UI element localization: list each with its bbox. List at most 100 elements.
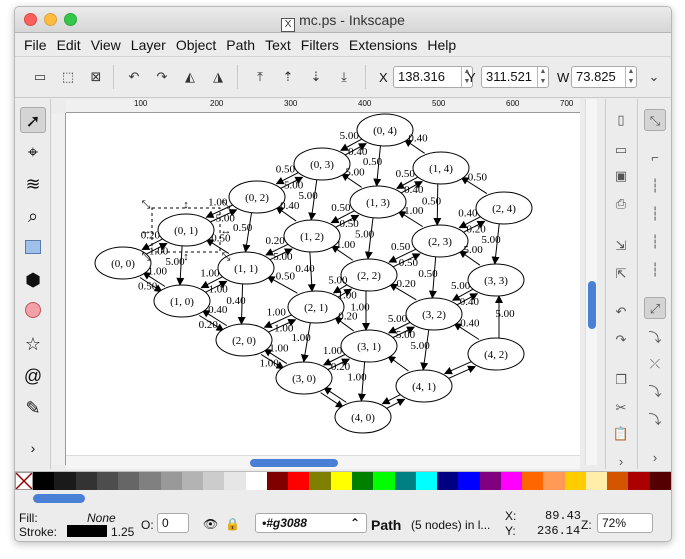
graph-node[interactable]: (1, 2) (283, 219, 341, 253)
graph-node[interactable]: (1, 0) (153, 284, 211, 318)
graph-node[interactable]: (0, 1) (157, 213, 215, 247)
palette-swatch[interactable] (394, 472, 416, 490)
eye-icon[interactable]: 👁 (203, 517, 218, 531)
scale-handle-icon[interactable]: ⤡ (142, 251, 151, 263)
rotate-cw-icon[interactable]: ↷ (151, 66, 173, 88)
ellipse-tool-icon[interactable] (20, 299, 46, 325)
y-stepper[interactable]: ▲ ▼ (537, 67, 548, 87)
w-stepper[interactable]: ▲ ▼ (625, 67, 636, 87)
palette-swatch[interactable] (628, 472, 650, 490)
snap-toggle-icon[interactable]: ⤡ (644, 109, 666, 131)
palette-swatch[interactable] (330, 472, 352, 490)
tweak-tool-icon[interactable]: ≋ (20, 171, 46, 197)
scale-handle-icon[interactable]: ↕ (183, 199, 189, 211)
palette-swatch[interactable] (224, 472, 246, 490)
graph-node[interactable]: (1, 4) (412, 151, 470, 185)
toolbar-overflow-chevron-icon[interactable]: ⌄ (643, 66, 665, 88)
snap-intersections-icon[interactable]: ⤫ (644, 353, 666, 375)
graph-edge[interactable] (387, 355, 409, 372)
snap-bbox-corner-icon[interactable]: ┆ (644, 203, 666, 225)
new-document-icon[interactable]: ▯ (610, 109, 632, 131)
cut-icon[interactable]: ✂ (610, 397, 632, 419)
graph-node[interactable]: (3, 0) (275, 361, 333, 395)
palette-swatch[interactable] (543, 472, 565, 490)
graph-node[interactable]: (2, 4) (475, 191, 533, 225)
selector-tool-icon[interactable]: ➚ (20, 107, 46, 133)
snap-bbox-edge-icon[interactable]: ┆ (644, 175, 666, 197)
palette-swatch[interactable] (139, 472, 161, 490)
copy-icon[interactable]: ❐ (610, 369, 632, 391)
horizontal-scrollbar[interactable] (66, 455, 580, 469)
graph-node[interactable]: (2, 1) (287, 290, 345, 324)
palette-scroll-thumb[interactable] (33, 494, 85, 503)
palette-swatch[interactable] (607, 472, 629, 490)
graph-node[interactable]: (3, 3) (467, 263, 525, 297)
palette-swatch[interactable] (203, 472, 225, 490)
scale-handle-icon[interactable]: ⤡ (222, 251, 231, 263)
menu-filters[interactable]: Filters (296, 34, 344, 56)
horizontal-scroll-thumb[interactable] (250, 459, 338, 467)
palette-swatch[interactable] (33, 472, 55, 490)
lock-icon[interactable]: 🔒 (225, 517, 240, 531)
graph-node[interactable]: (2, 2) (340, 258, 398, 292)
pencil-tool-icon[interactable]: ✎ (20, 395, 46, 421)
snap-bbox-center-icon[interactable]: ┆ (644, 259, 666, 281)
graph-node[interactable]: (3, 1) (340, 329, 398, 363)
3d-box-tool-icon[interactable]: ⬢ (20, 267, 46, 293)
graph-node[interactable]: (3, 2) (405, 297, 463, 331)
palette-swatch[interactable] (522, 472, 544, 490)
raise-icon[interactable]: ⇡ (277, 66, 299, 88)
menu-path[interactable]: Path (221, 34, 260, 56)
rotate-ccw-icon[interactable]: ↶ (123, 66, 145, 88)
menu-text[interactable]: Text (260, 34, 296, 56)
no-paint-swatch[interactable] (15, 472, 33, 490)
palette-swatch[interactable] (266, 472, 289, 490)
snap-cusp-nodes-icon[interactable]: ⤵ (644, 381, 666, 403)
vertical-scroll-thumb[interactable] (588, 281, 596, 329)
select-all-icon[interactable]: ▭ (29, 66, 51, 88)
snap-bbox-midpoint-icon[interactable]: ┆ (644, 231, 666, 253)
menu-object[interactable]: Object (171, 34, 221, 56)
graph-node[interactable]: (2, 3) (411, 224, 469, 258)
palette-swatch[interactable] (181, 472, 204, 490)
palette-swatch[interactable] (96, 472, 119, 490)
zoom-tool-icon[interactable]: ⌕ (20, 203, 46, 229)
redo-icon[interactable]: ↷ (610, 329, 632, 351)
graph-node[interactable]: (0, 2) (228, 180, 286, 214)
snap-smooth-nodes-icon[interactable]: ⤵ (644, 409, 666, 431)
graph-node[interactable]: (0, 3) (293, 147, 351, 181)
palette-swatch[interactable] (245, 472, 267, 490)
raise-to-top-icon[interactable]: ⤒ (249, 66, 271, 88)
layer-dropdown[interactable]: •#g3088 ⌃ (255, 513, 367, 533)
deselect-icon[interactable]: ⊠ (85, 66, 107, 88)
palette-swatch[interactable] (415, 472, 438, 490)
menu-layer[interactable]: Layer (126, 34, 171, 56)
palette-swatch[interactable] (160, 472, 182, 490)
undo-icon[interactable]: ↶ (610, 301, 632, 323)
palette-swatch[interactable] (309, 472, 331, 490)
graph-node[interactable]: (4, 2) (467, 337, 525, 371)
graph-edge[interactable] (443, 360, 473, 375)
rectangle-tool-icon[interactable] (20, 235, 46, 261)
graph-node[interactable]: (4, 0) (334, 400, 392, 434)
save-icon[interactable]: ▣ (610, 165, 632, 187)
palette-swatch[interactable] (649, 472, 671, 490)
palette-swatch[interactable] (479, 472, 501, 490)
w-input[interactable]: 73.825 ▲ ▼ (571, 66, 637, 88)
drawing-canvas[interactable]: (0, 4) (0, 3) (1, 4) (0, 2) (1, 3) (2, 4) (0, … (66, 113, 580, 457)
graph-node[interactable]: (2, 0) (215, 323, 273, 357)
palette-scrollbar[interactable] (15, 491, 671, 505)
stroke-width[interactable]: 1.25 (111, 525, 134, 539)
scale-handle-icon[interactable]: ⤡ (222, 199, 231, 211)
vertical-scrollbar[interactable] (585, 99, 597, 465)
scale-handle-icon[interactable]: ↔ (141, 225, 152, 237)
opacity-input[interactable]: 0 (157, 513, 189, 533)
spiral-tool-icon[interactable]: @ (20, 363, 46, 389)
palette-swatch[interactable] (118, 472, 140, 490)
menu-extensions[interactable]: Extensions (344, 34, 422, 56)
palette-swatch[interactable] (351, 472, 374, 490)
palette-swatch[interactable] (458, 472, 480, 490)
lower-to-bottom-icon[interactable]: ⤓ (333, 66, 355, 88)
paste-icon[interactable]: 📋 (610, 423, 632, 445)
graph-node[interactable]: (1, 3) (349, 185, 407, 219)
